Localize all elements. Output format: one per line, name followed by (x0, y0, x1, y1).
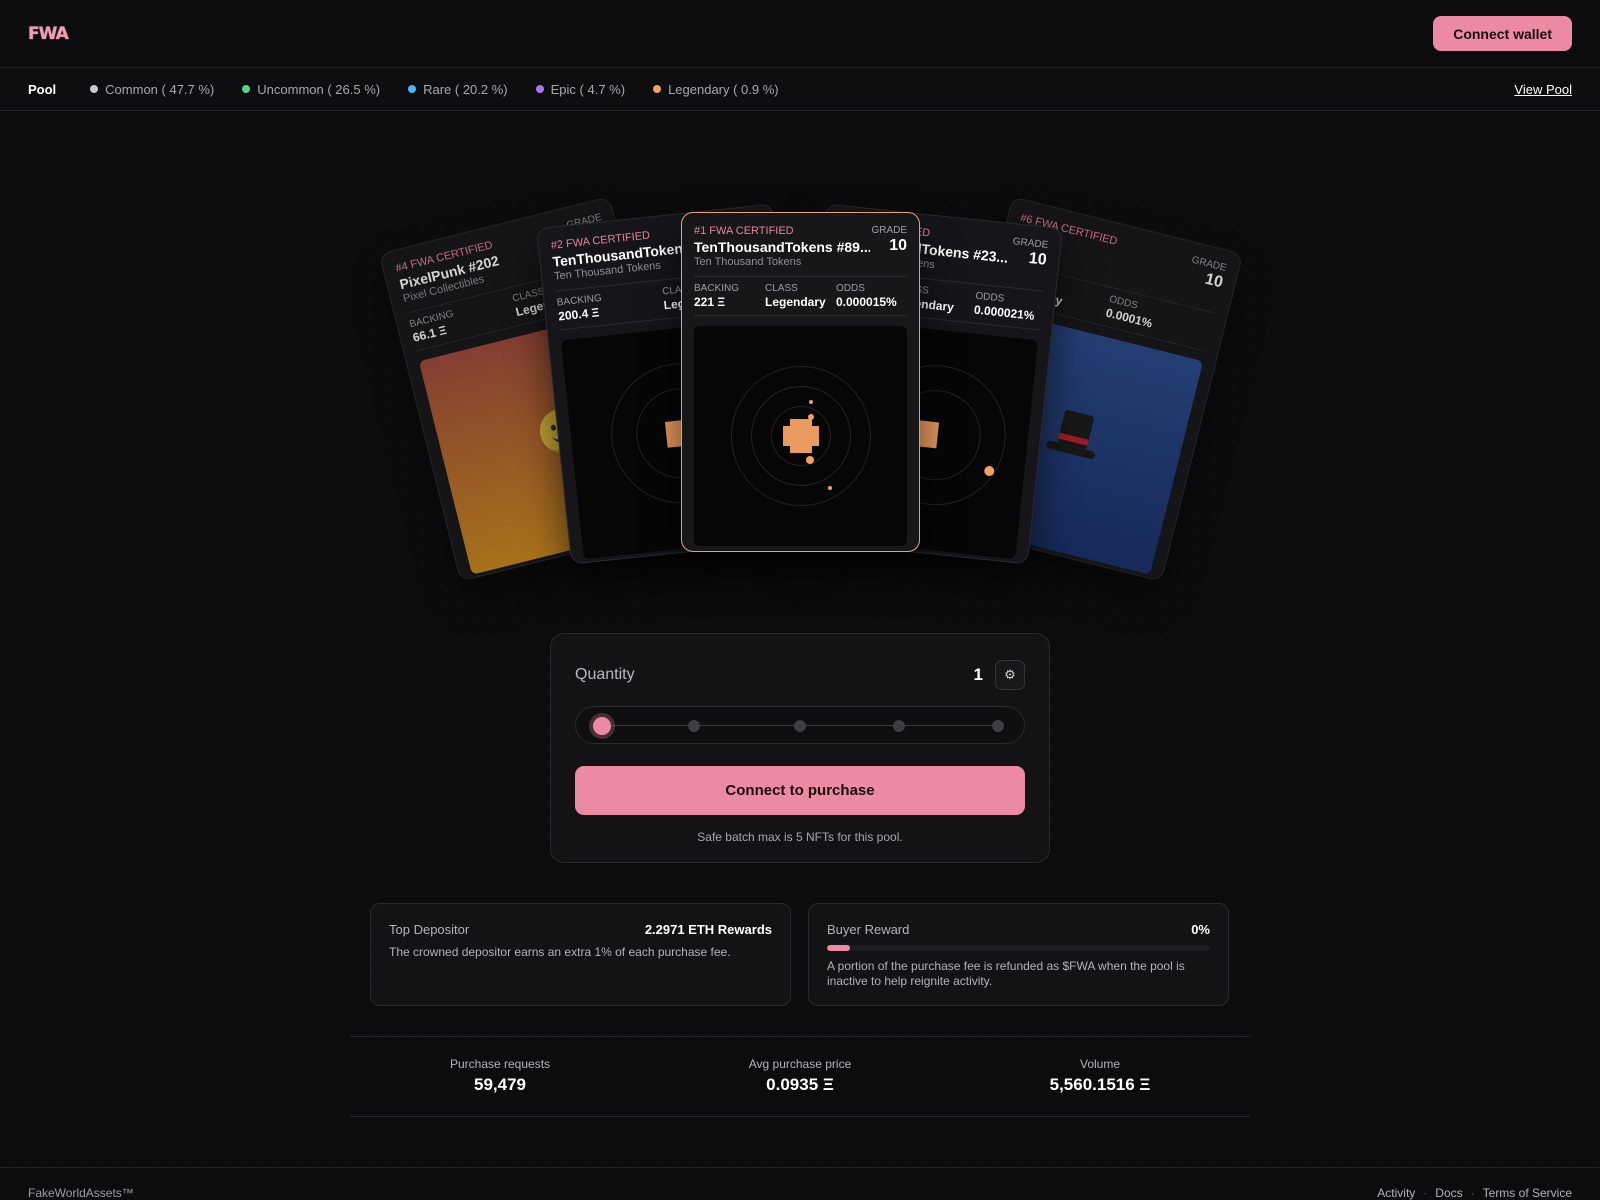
footer-links: Activity · Docs · Terms of Service (1377, 1186, 1572, 1200)
card-grade: 10 (1027, 250, 1048, 269)
card-odds-label: ODDS (836, 283, 865, 294)
buyer-reward-value: 0% (1191, 922, 1210, 937)
stat-value: 5,560.1516 Ξ (1049, 1075, 1151, 1094)
card-class-label: CLASS (765, 283, 798, 294)
card-art (694, 326, 907, 546)
footer-link-terms[interactable]: Terms of Service (1483, 1186, 1572, 1200)
top-depositor-value: 2.2971 ETH Rewards (644, 922, 772, 937)
view-pool-link[interactable]: View Pool (1514, 82, 1572, 97)
quantity-row: Quantity 1 ⚙ (575, 660, 1025, 690)
stat-label: Purchase requests (449, 1057, 551, 1071)
quantity-slider[interactable] (575, 706, 1025, 744)
stat-volume: Volume 5,560.1516 Ξ (950, 1037, 1250, 1116)
footer-separator: · (1470, 1186, 1475, 1200)
stat-value: 0.0935 Ξ (766, 1075, 834, 1094)
card-backing-label: BACKING (694, 283, 740, 294)
buyer-reward-title: Buyer Reward (827, 922, 910, 937)
progress-fill (827, 945, 850, 951)
card-grade-label: GRADE (871, 225, 907, 236)
card-odds: 0.000015% (836, 295, 897, 309)
footer-link-activity[interactable]: Activity (1377, 1186, 1415, 1200)
footer-link-docs[interactable]: Docs (1435, 1186, 1462, 1200)
batch-max-note: Safe batch max is 5 NFTs for this pool. (697, 830, 903, 844)
top-depositor-card: Top Depositor 2.2971 ETH Rewards The cro… (370, 903, 791, 1006)
stat-purchase-requests: Purchase requests 59,479 (350, 1037, 650, 1116)
purchase-panel: Quantity 1 ⚙ Connect to purchase Safe ba… (550, 633, 1050, 863)
rarity-uncommon: Uncommon ( 26.5 %) (242, 82, 380, 97)
connect-to-purchase-button[interactable]: Connect to purchase (575, 766, 1025, 815)
card-backing: 221 Ξ (694, 295, 726, 309)
buyer-reward-progress (827, 945, 1210, 951)
slider-thumb[interactable] (593, 717, 611, 735)
rarity-epic: Epic ( 4.7 %) (535, 82, 625, 97)
buyer-reward-description: A portion of the purchase fee is refunde… (827, 959, 1185, 988)
stat-label: Volume (1079, 1057, 1121, 1071)
rarity-dot-icon (535, 85, 544, 93)
fwa-logo[interactable]: FWA (28, 24, 69, 44)
footer-separator: · (1423, 1186, 1428, 1200)
buyer-reward-card: Buyer Reward 0% A portion of the purchas… (808, 903, 1229, 1006)
quantity-controls: 1 ⚙ (974, 660, 1025, 690)
stat-avg-purchase-price: Avg purchase price 0.0935 Ξ (650, 1037, 950, 1116)
rarity-dot-icon (408, 85, 417, 93)
card-grade: 10 (889, 237, 907, 254)
rarity-dot-icon (653, 85, 662, 93)
pool-rarity-bar: Pool Common ( 47.7 %) Uncommon ( 26.5 %)… (0, 68, 1600, 111)
top-depositor-description: The crowned depositor earns an extra 1% … (389, 945, 731, 959)
slider-stop[interactable] (794, 720, 806, 732)
pool-stats: Purchase requests 59,479 Avg purchase pr… (350, 1036, 1250, 1117)
card-name: TenThousandTokens #89... (694, 239, 870, 255)
rarity-common: Common ( 47.7 %) (90, 82, 214, 97)
slider-stop[interactable] (992, 720, 1004, 732)
rarity-dot-icon (242, 85, 251, 93)
rarity-rare: Rare ( 20.2 %) (408, 82, 508, 97)
quantity-label: Quantity (575, 666, 635, 683)
gear-icon[interactable]: ⚙ (995, 660, 1025, 690)
top-depositor-title: Top Depositor (389, 922, 470, 937)
card-grade: 10 (1203, 270, 1225, 292)
footer-brand: FakeWorldAssets™ (28, 1186, 134, 1200)
card-class: Legendary (765, 295, 826, 309)
footer: FakeWorldAssets™ Activity · Docs · Terms… (0, 1167, 1600, 1200)
slider-stop[interactable] (892, 720, 905, 732)
rarity-dot-icon (90, 85, 99, 93)
rarity-legendary: Legendary ( 0.9 %) (653, 82, 779, 97)
connect-wallet-button[interactable]: Connect wallet (1433, 16, 1572, 51)
slider-stop[interactable] (688, 720, 700, 732)
stat-value: 59,479 (474, 1075, 526, 1094)
top-hat-icon (1044, 407, 1105, 468)
quantity-value: 1 (973, 665, 983, 684)
stat-label: Avg purchase price (748, 1057, 852, 1071)
nft-card-featured[interactable]: #1 FWA CERTIFIED GRADE 10 TenThousandTok… (681, 212, 920, 552)
pool-label: Pool (28, 81, 57, 97)
card-stats: BACKING 221 Ξ CLASS Legendary ODDS 0.000015… (694, 276, 907, 316)
card-collection: Ten Thousand Tokens (694, 256, 802, 268)
top-bar: FWA Connect wallet (0, 0, 1600, 68)
